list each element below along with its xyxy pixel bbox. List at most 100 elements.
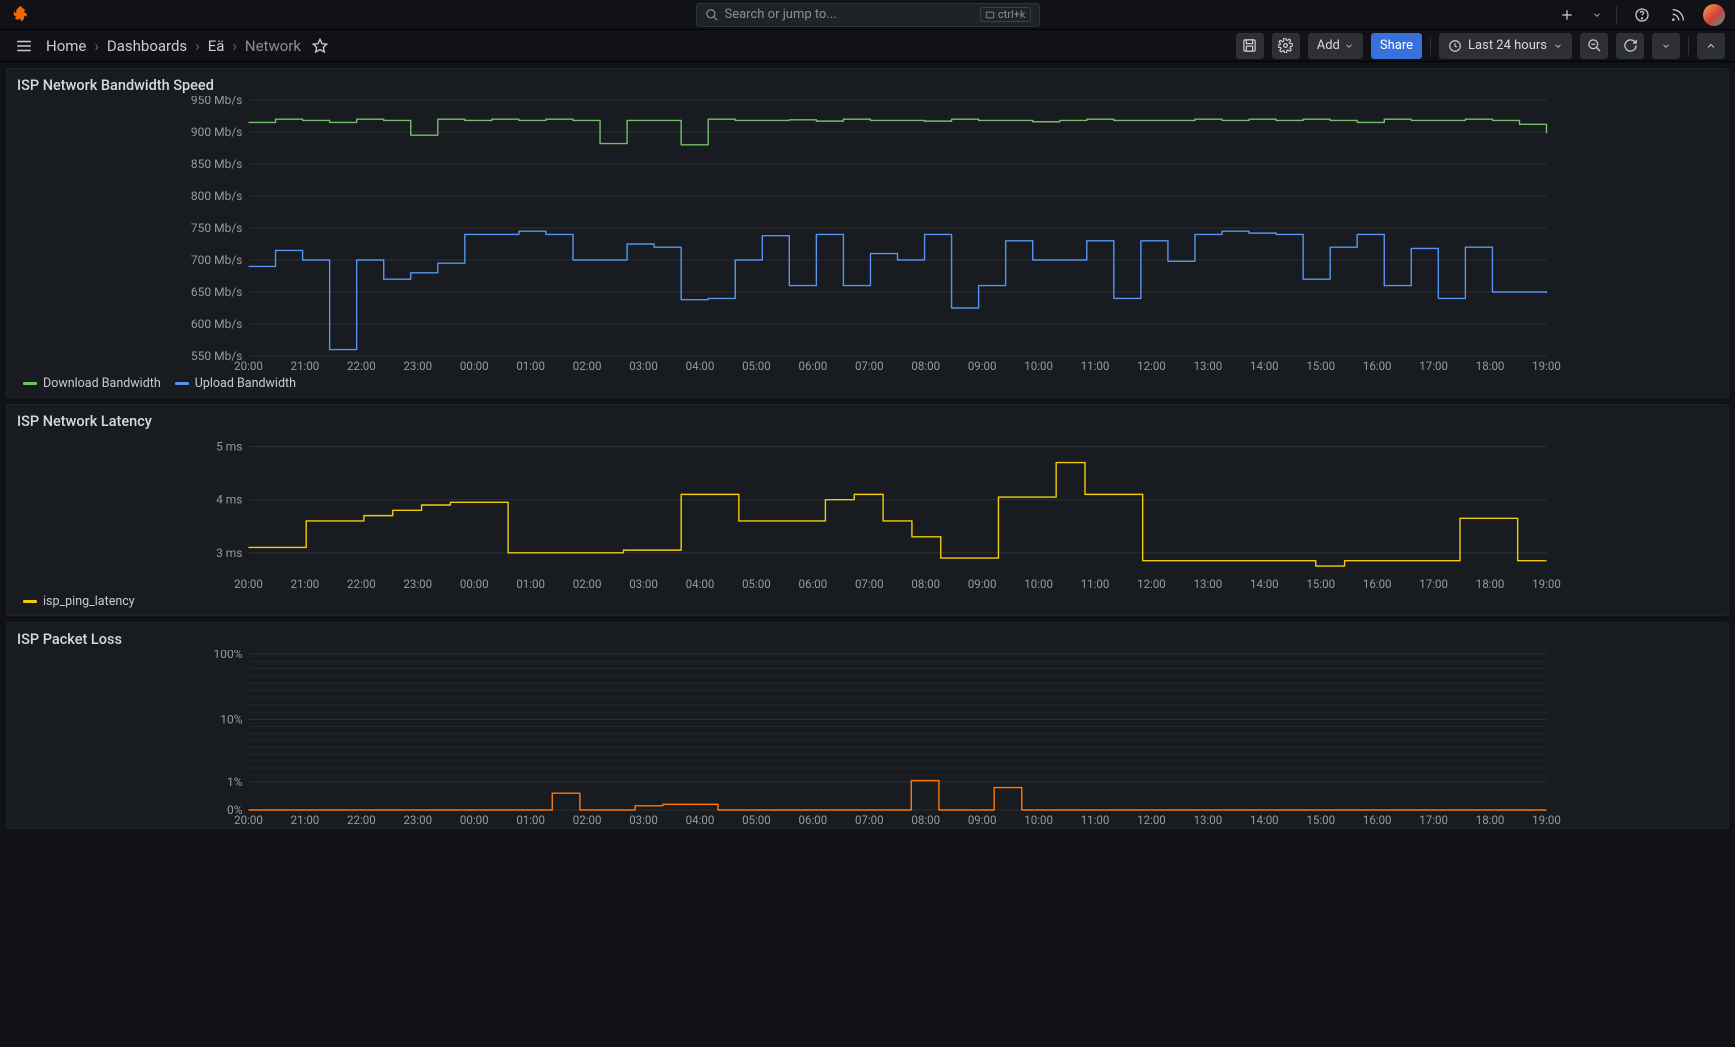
zoom-out-button[interactable] — [1580, 33, 1608, 59]
svg-text:08:00: 08:00 — [911, 359, 940, 373]
svg-text:07:00: 07:00 — [855, 577, 884, 591]
grafana-logo-icon[interactable] — [10, 4, 32, 26]
svg-text:09:00: 09:00 — [968, 813, 997, 827]
svg-text:14:00: 14:00 — [1250, 813, 1279, 827]
panel-packet-loss[interactable]: ISP Packet Loss 0%1%10%100%20:0021:0022:… — [6, 622, 1729, 829]
add-panel-button[interactable]: Add — [1308, 33, 1363, 59]
svg-text:700 Mb/s: 700 Mb/s — [191, 253, 243, 267]
svg-text:18:00: 18:00 — [1476, 577, 1505, 591]
svg-text:23:00: 23:00 — [403, 813, 432, 827]
refresh-button[interactable] — [1616, 33, 1644, 59]
panel-bandwidth[interactable]: ISP Network Bandwidth Speed 550 Mb/s600 … — [6, 68, 1729, 398]
panel-latency[interactable]: ISP Network Latency 3 ms4 ms5 ms20:0021:… — [6, 404, 1729, 616]
chevron-right-icon: › — [232, 37, 237, 55]
svg-text:12:00: 12:00 — [1137, 577, 1166, 591]
svg-text:600 Mb/s: 600 Mb/s — [191, 317, 243, 331]
kiosk-mode-button[interactable] — [1697, 33, 1725, 59]
panel-legend: Download Bandwidth Upload Bandwidth — [7, 374, 1728, 397]
latency-chart[interactable]: 3 ms4 ms5 ms20:0021:0022:0023:0000:0001:… — [7, 432, 1728, 592]
svg-text:10%: 10% — [220, 713, 242, 727]
svg-text:22:00: 22:00 — [347, 577, 376, 591]
svg-text:14:00: 14:00 — [1250, 577, 1279, 591]
bandwidth-chart[interactable]: 550 Mb/s600 Mb/s650 Mb/s700 Mb/s750 Mb/s… — [7, 96, 1728, 374]
svg-text:00:00: 00:00 — [460, 577, 489, 591]
svg-text:16:00: 16:00 — [1363, 813, 1392, 827]
svg-text:15:00: 15:00 — [1306, 813, 1335, 827]
svg-text:19:00: 19:00 — [1532, 813, 1561, 827]
breadcrumb-home[interactable]: Home — [46, 37, 86, 55]
svg-text:10:00: 10:00 — [1024, 813, 1053, 827]
global-search-input[interactable]: Search or jump to... ctrl+k — [696, 3, 1040, 27]
svg-text:01:00: 01:00 — [516, 359, 545, 373]
svg-text:03:00: 03:00 — [629, 359, 658, 373]
svg-text:15:00: 15:00 — [1306, 359, 1335, 373]
svg-text:11:00: 11:00 — [1081, 813, 1110, 827]
svg-text:18:00: 18:00 — [1476, 359, 1505, 373]
svg-text:17:00: 17:00 — [1419, 813, 1448, 827]
breadcrumb-folder[interactable]: Eä — [208, 37, 225, 55]
svg-text:06:00: 06:00 — [799, 359, 828, 373]
divider — [1430, 37, 1431, 55]
legend-item[interactable]: isp_ping_latency — [23, 594, 135, 609]
svg-text:07:00: 07:00 — [855, 813, 884, 827]
divider — [1616, 6, 1617, 24]
svg-text:05:00: 05:00 — [742, 813, 771, 827]
svg-text:00:00: 00:00 — [460, 359, 489, 373]
svg-text:00:00: 00:00 — [460, 813, 489, 827]
svg-text:900 Mb/s: 900 Mb/s — [191, 125, 243, 139]
user-avatar[interactable] — [1703, 4, 1725, 26]
favorite-button[interactable] — [309, 35, 331, 57]
svg-text:21:00: 21:00 — [291, 359, 320, 373]
svg-text:14:00: 14:00 — [1250, 359, 1279, 373]
svg-text:1%: 1% — [227, 775, 243, 789]
svg-text:650 Mb/s: 650 Mb/s — [191, 285, 243, 299]
refresh-interval-button[interactable] — [1652, 33, 1680, 59]
svg-text:22:00: 22:00 — [347, 813, 376, 827]
share-button[interactable]: Share — [1371, 33, 1422, 59]
panels-container: ISP Network Bandwidth Speed 550 Mb/s600 … — [0, 62, 1735, 835]
svg-text:19:00: 19:00 — [1532, 577, 1561, 591]
chevron-right-icon: › — [94, 37, 99, 55]
dashboard-settings-button[interactable] — [1272, 33, 1300, 59]
svg-text:21:00: 21:00 — [291, 577, 320, 591]
svg-text:16:00: 16:00 — [1363, 577, 1392, 591]
svg-text:18:00: 18:00 — [1476, 813, 1505, 827]
svg-text:12:00: 12:00 — [1137, 359, 1166, 373]
add-menu-caret-icon[interactable] — [1592, 4, 1602, 26]
svg-text:11:00: 11:00 — [1081, 359, 1110, 373]
packet-loss-chart[interactable]: 0%1%10%100%20:0021:0022:0023:0000:0001:0… — [7, 650, 1728, 828]
breadcrumb: Home › Dashboards › Eä › Network — [46, 37, 301, 55]
svg-text:17:00: 17:00 — [1419, 359, 1448, 373]
svg-text:07:00: 07:00 — [855, 359, 884, 373]
add-menu-button[interactable] — [1556, 4, 1578, 26]
svg-text:09:00: 09:00 — [968, 577, 997, 591]
svg-text:17:00: 17:00 — [1419, 577, 1448, 591]
save-dashboard-button[interactable] — [1236, 33, 1264, 59]
svg-text:850 Mb/s: 850 Mb/s — [191, 157, 243, 171]
svg-text:03:00: 03:00 — [629, 813, 658, 827]
svg-text:20:00: 20:00 — [234, 813, 263, 827]
help-icon[interactable] — [1631, 4, 1653, 26]
svg-text:09:00: 09:00 — [968, 359, 997, 373]
time-range-picker[interactable]: Last 24 hours — [1439, 33, 1572, 59]
svg-text:13:00: 13:00 — [1194, 359, 1223, 373]
svg-text:16:00: 16:00 — [1363, 359, 1392, 373]
chevron-down-icon — [1553, 41, 1563, 51]
menu-toggle-button[interactable] — [10, 32, 38, 60]
svg-text:10:00: 10:00 — [1024, 577, 1053, 591]
legend-item[interactable]: Download Bandwidth — [23, 376, 161, 391]
breadcrumb-dashboards[interactable]: Dashboards — [107, 37, 187, 55]
svg-text:800 Mb/s: 800 Mb/s — [191, 189, 243, 203]
legend-item[interactable]: Upload Bandwidth — [175, 376, 296, 391]
svg-text:23:00: 23:00 — [403, 577, 432, 591]
chevron-right-icon: › — [195, 37, 200, 55]
svg-text:01:00: 01:00 — [516, 577, 545, 591]
search-icon — [705, 8, 719, 22]
svg-text:04:00: 04:00 — [686, 813, 715, 827]
svg-text:11:00: 11:00 — [1081, 577, 1110, 591]
svg-text:15:00: 15:00 — [1306, 577, 1335, 591]
clock-icon — [1448, 39, 1462, 53]
news-icon[interactable] — [1667, 4, 1689, 26]
svg-text:05:00: 05:00 — [742, 577, 771, 591]
svg-text:21:00: 21:00 — [291, 813, 320, 827]
